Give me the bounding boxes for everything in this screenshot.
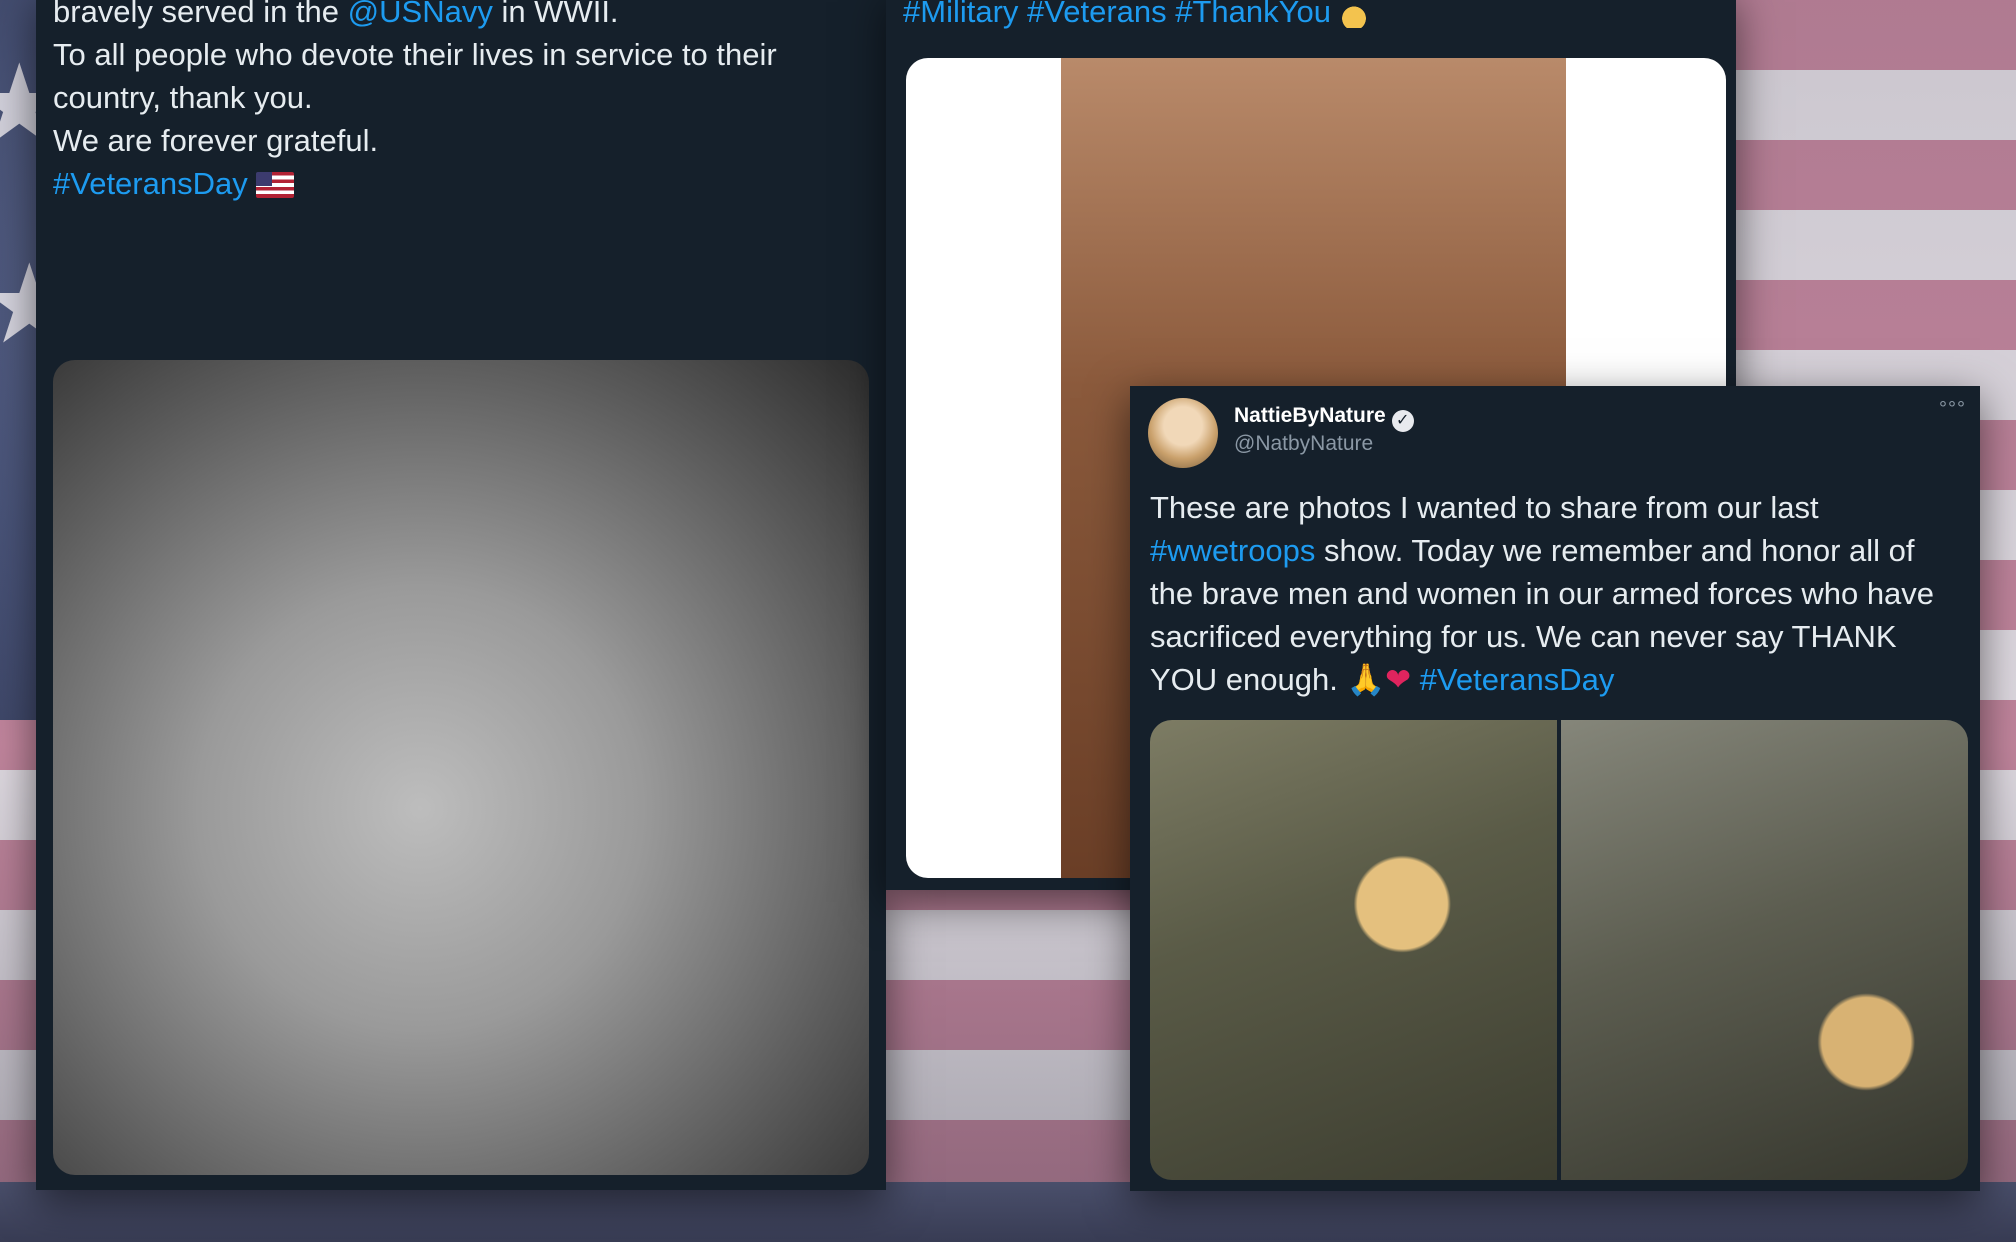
avatar[interactable] [1148, 398, 1218, 468]
tweet-card-usnavy: bravely served in the @USNavy in WWII. T… [36, 0, 886, 1190]
heart-icon: ❤ [1385, 662, 1412, 697]
hashtag-link[interactable]: #VeteransDay [1420, 662, 1615, 697]
user-handle[interactable]: @NatbyNature [1234, 432, 1373, 456]
tweet-hashtag-line: #VeteransDay [53, 162, 853, 205]
tweet-photo-sailor-portrait[interactable] [53, 360, 869, 1175]
hashtag-link[interactable]: #wwetroops [1150, 533, 1315, 568]
more-options-icon[interactable]: °°° [1939, 398, 1966, 421]
tweet-text: These are photos I wanted to share from … [1150, 486, 1960, 701]
display-name[interactable]: NattieByNature ✓ [1234, 404, 1414, 432]
verified-icon: ✓ [1391, 410, 1414, 432]
tweet-photo-grid [1150, 720, 1968, 1180]
mention-link[interactable]: @USNavy [348, 0, 493, 29]
tweet-paragraph: To all people who devote their lives in … [53, 37, 777, 115]
display-name-text: NattieByNature [1234, 404, 1386, 427]
heart-hands-icon [1334, 0, 1373, 28]
tweet-paragraph: We are forever grateful. [53, 123, 379, 158]
bottom-strip [0, 1182, 2016, 1242]
hashtag-link[interactable]: #Military #Veterans #ThankYou [903, 0, 1331, 29]
tweet-body: bravely served in the @USNavy in WWII. T… [53, 0, 853, 205]
pray-icon: 🙏 [1346, 662, 1386, 697]
tweet-card-nattie: NattieByNature ✓ @NatbyNature °°° These a… [1130, 386, 1980, 1191]
tweet-text: in WWII. [492, 0, 619, 29]
tweet-text: bravely served in the [53, 0, 348, 29]
tweet-photo-troops-selfie[interactable] [1561, 720, 1968, 1180]
tweet-body: These are photos I wanted to share from … [1150, 486, 1960, 701]
tweet-hashtags: #Military #Veterans #ThankYou [903, 0, 1373, 33]
tweet-photo-troops-hug[interactable] [1150, 720, 1557, 1180]
tweet-text-part: These are photos I wanted to share from … [1150, 490, 1819, 525]
us-flag-icon [255, 172, 294, 198]
hashtag-link[interactable]: #VeteransDay [53, 166, 248, 201]
tweet-line-usnavy: bravely served in the @USNavy in WWII. [53, 0, 853, 33]
